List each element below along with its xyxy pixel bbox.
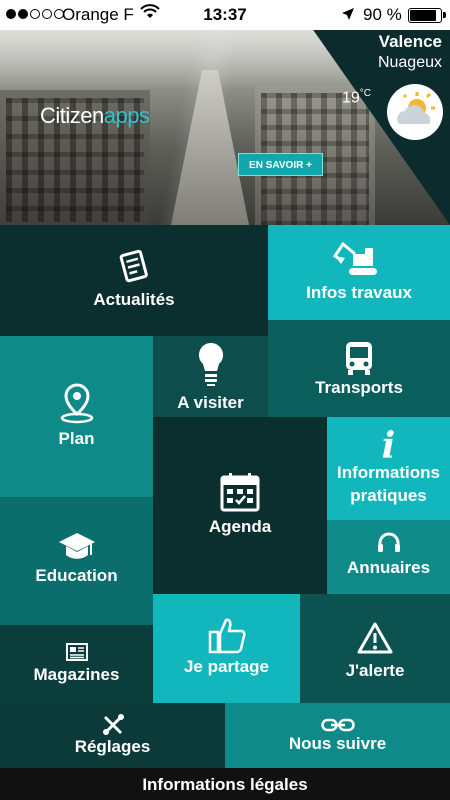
calendar-icon [153, 472, 327, 512]
tile-reglages[interactable]: Réglages [0, 703, 225, 768]
tile-label: J'alerte [345, 661, 405, 680]
tile-je-partage[interactable]: Je partage [153, 594, 300, 703]
tile-nous-suivre[interactable]: Nous suivre [225, 703, 450, 768]
battery-percentage: 90 % [363, 5, 402, 24]
tile-label: Je partage [183, 657, 270, 676]
tile-actualites[interactable]: Actualités [0, 225, 268, 336]
weather-temperature: 19°C [342, 88, 372, 107]
legal-info-button[interactable]: Informations légales [0, 768, 450, 800]
excavator-icon [268, 242, 450, 278]
weather-condition: Nuageux [377, 54, 442, 71]
warning-icon [300, 622, 450, 654]
tile-label: A visiter [177, 393, 244, 412]
info-icon: i [381, 425, 396, 467]
hero-banner[interactable]: Citizenapps EN SAVOIR + Valence Nuageux … [0, 30, 450, 225]
bus-icon [268, 340, 450, 376]
tile-agenda[interactable]: Agenda [153, 417, 327, 594]
citizenapps-logo: Citizenapps [40, 103, 150, 128]
tile-label: Magazines [33, 665, 120, 684]
tile-label-line1: Informations [337, 463, 440, 482]
tile-plan[interactable]: Plan [0, 336, 153, 497]
tile-label: Réglages [74, 737, 151, 756]
status-bar: Orange F 13:37 90 % [0, 0, 450, 30]
tile-infos-travaux[interactable]: Infos travaux [268, 225, 450, 320]
tile-label-line2: pratiques [350, 486, 427, 505]
battery-icon [408, 8, 446, 23]
tile-annuaires[interactable]: Annuaires [327, 520, 450, 594]
tile-label: Plan [58, 429, 95, 448]
link-icon [225, 718, 450, 732]
partly-cloudy-icon [387, 84, 443, 140]
tile-education[interactable]: Education [0, 497, 153, 625]
location-arrow-icon [341, 6, 355, 26]
tile-jalerte[interactable]: J'alerte [300, 594, 450, 703]
tile-label: Nous suivre [288, 734, 387, 753]
tools-icon [0, 714, 225, 736]
thumbs-up-icon [153, 616, 300, 654]
tile-label: Education [35, 566, 118, 585]
tile-a-visiter[interactable]: A visiter [153, 336, 268, 417]
tile-label: Transports [315, 378, 403, 397]
graduation-cap-icon [0, 531, 153, 561]
tile-magazines[interactable]: Magazines [0, 625, 153, 703]
lightbulb-icon [153, 341, 268, 387]
map-pin-icon [0, 383, 153, 425]
tile-label: Annuaires [346, 558, 431, 577]
tile-informations-pratiques[interactable]: i Informations pratiques [327, 417, 450, 520]
news-icon [0, 249, 268, 285]
headset-icon [327, 532, 450, 554]
newspaper-icon [0, 643, 153, 661]
weather-city: Valence [378, 32, 442, 51]
learn-more-button[interactable]: EN SAVOIR + [238, 153, 323, 176]
tile-label: Agenda [208, 517, 272, 536]
tile-label: Infos travaux [306, 283, 412, 302]
tile-label: Actualités [93, 290, 175, 309]
tile-transports[interactable]: Transports [268, 320, 450, 417]
